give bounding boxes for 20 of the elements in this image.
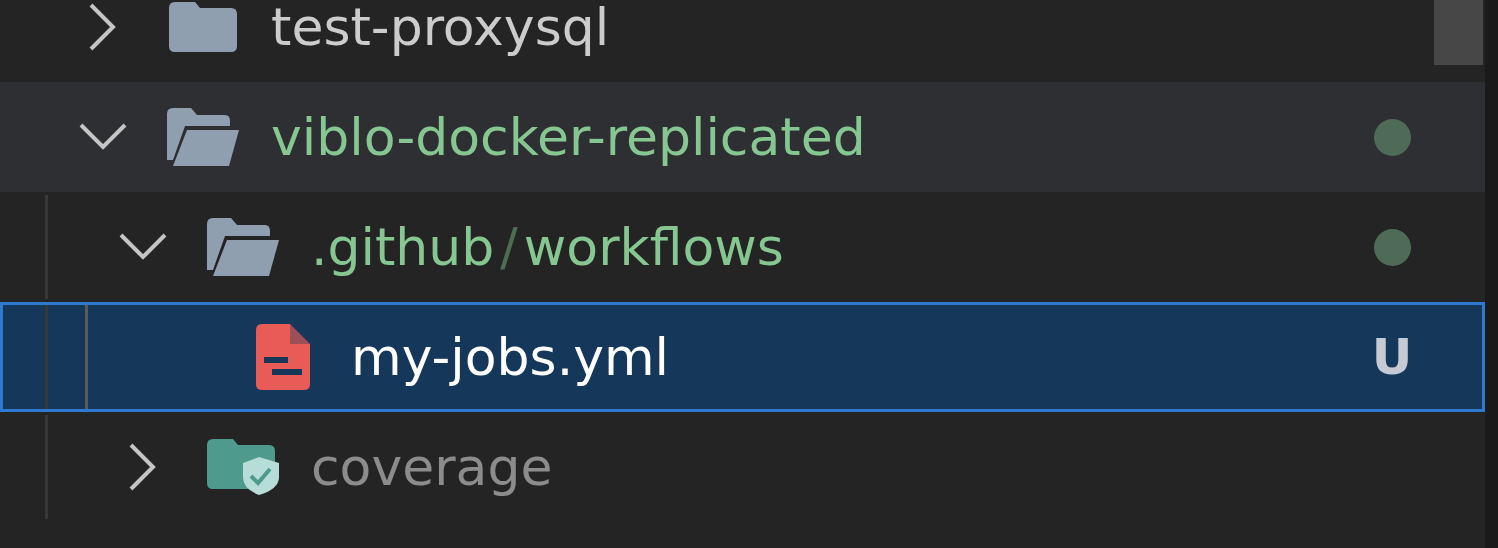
folder-name[interactable]: workflows [523, 219, 784, 275]
folder-name[interactable]: .github [311, 219, 495, 275]
chevron-right-icon[interactable] [88, 2, 118, 52]
path-separator: / [500, 219, 518, 275]
git-status-letter: U [1371, 328, 1413, 386]
folder-icon [169, 2, 237, 52]
chevron-down-icon[interactable] [118, 232, 168, 262]
file-name: my-jobs.yml [351, 329, 670, 385]
folder-name: coverage [311, 439, 553, 495]
hovered-tree-row[interactable]: viblo-docker-replicated [0, 82, 1485, 192]
open-folder-icon [167, 108, 239, 166]
file-icon [256, 324, 310, 390]
folder-name: viblo-docker-replicated [271, 109, 866, 165]
shield-folder-icon [207, 439, 279, 495]
selected-tree-row[interactable]: my-jobs.yml U [0, 302, 1485, 412]
open-folder-icon [207, 218, 279, 276]
chevron-right-icon[interactable] [128, 442, 158, 492]
scrollbar-thumb[interactable] [1434, 0, 1483, 65]
chevron-down-icon[interactable] [78, 122, 128, 152]
folder-name: test-proxysql [271, 0, 610, 55]
